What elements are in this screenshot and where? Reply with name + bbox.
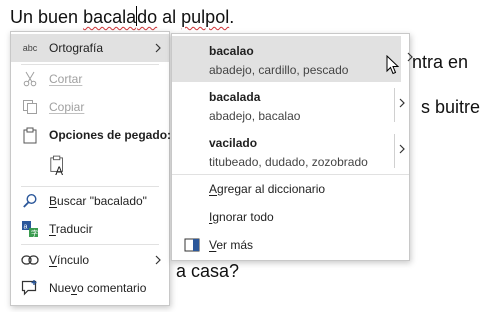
chevron-right-icon[interactable]: [397, 142, 407, 156]
scissors-icon: [21, 70, 39, 88]
menu-item-translate[interactable]: a字 Traducir: [11, 215, 169, 243]
misspelled-word-2[interactable]: pulpol: [181, 7, 229, 27]
document-line-3: s buitre: [421, 97, 481, 117]
suggestion-item[interactable]: bacalao abadejo, cardillo, pescado: [172, 36, 413, 82]
menu-item-cut[interactable]: Cortar: [11, 65, 169, 93]
paste-keep-text-only[interactable]: A: [11, 151, 169, 181]
spelling-icon: abc: [22, 43, 38, 53]
split-divider: [394, 134, 395, 168]
divider: [21, 244, 159, 245]
clipboard-icon: [21, 126, 39, 144]
menu-item-add-to-dictionary[interactable]: Agregar al diccionario: [172, 175, 409, 203]
menu-item-copy[interactable]: Copiar: [11, 93, 169, 121]
link-icon: [21, 251, 39, 269]
suggestion-item[interactable]: bacalada abadejo, bacalao: [172, 82, 409, 128]
svg-text:A: A: [55, 165, 63, 178]
spelling-submenu: bacalao abadejo, cardillo, pescado bacal…: [171, 33, 413, 261]
menu-item-paste-options: Opciones de pegado:: [11, 121, 171, 149]
chevron-right-icon: [155, 43, 161, 53]
menu-item-spelling[interactable]: abc Ortografía: [11, 34, 169, 62]
text-run: .: [229, 7, 235, 27]
split-divider: [394, 88, 395, 122]
misspelled-word[interactable]: bacalado: [83, 6, 157, 27]
svg-text:字: 字: [31, 229, 38, 238]
translate-icon: a字: [21, 220, 39, 238]
document-line-2: ntra en: [412, 52, 469, 72]
chevron-right-icon[interactable]: [405, 50, 415, 64]
text-run: al: [157, 7, 182, 27]
menu-item-link[interactable]: Vínculo: [11, 246, 169, 274]
chevron-right-icon: [155, 255, 161, 265]
copy-icon: [21, 98, 39, 116]
context-menu: abc Ortografía Cortar Copiar Opciones de…: [10, 31, 171, 306]
document-line-1[interactable]: Un buen bacalado al pulpol.: [10, 6, 234, 28]
mouse-cursor-icon: [386, 55, 400, 75]
menu-item-search[interactable]: Buscar "bacalado": [11, 187, 169, 215]
suggestion-item[interactable]: vacilado titubeado, dudado, zozobrado: [172, 128, 409, 174]
document-line-4: a casa?: [176, 261, 240, 281]
comment-icon: [21, 279, 39, 297]
chevron-right-icon[interactable]: [397, 96, 407, 110]
pane-icon: [183, 236, 201, 254]
search-icon: [21, 192, 39, 210]
svg-text:a: a: [24, 224, 28, 231]
menu-item-see-more[interactable]: Ver más: [172, 231, 409, 259]
paste-text-only-icon: A: [49, 155, 67, 178]
text-run: Un buen: [10, 7, 84, 27]
menu-item-new-comment[interactable]: Nuevo comentario: [11, 274, 169, 302]
menu-item-ignore-all[interactable]: Ignorar todo: [172, 203, 409, 231]
